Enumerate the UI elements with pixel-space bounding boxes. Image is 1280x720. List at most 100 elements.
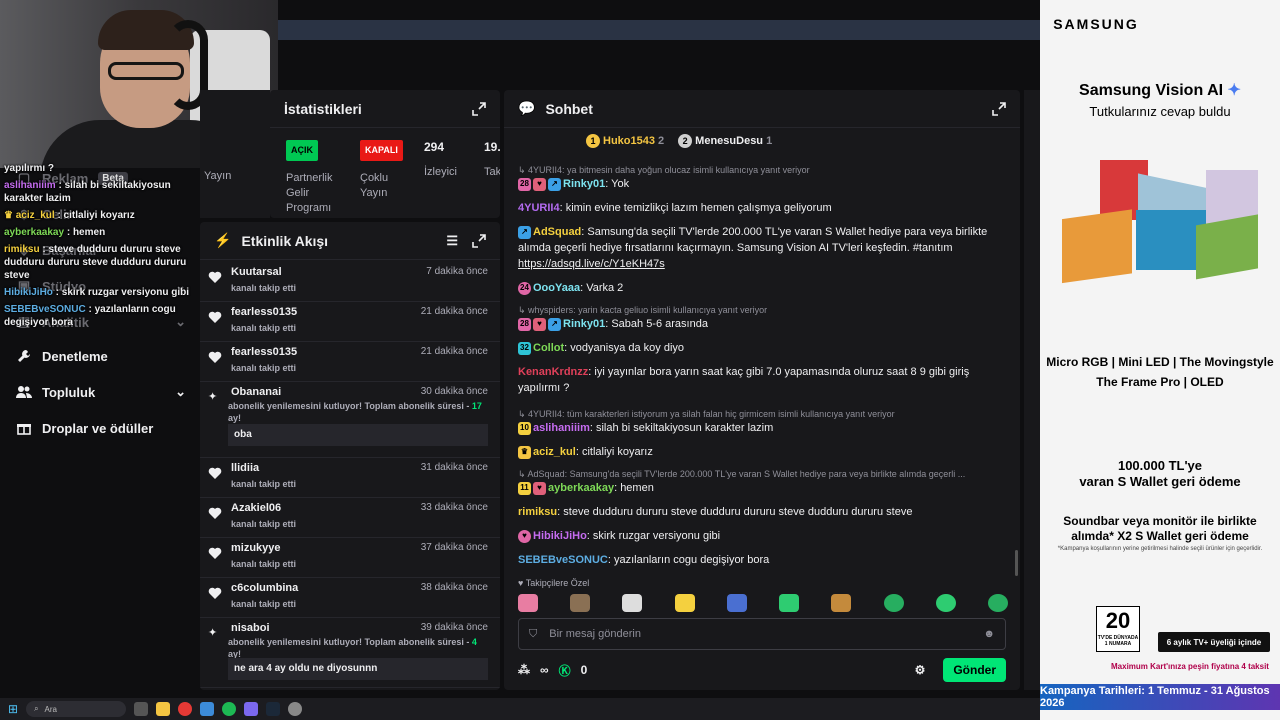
partnerlik-stat: AÇIK Partnerlik Gelir Programı bbox=[286, 140, 346, 216]
emote-icon[interactable] bbox=[674, 594, 695, 612]
emote-icon[interactable] bbox=[883, 594, 904, 612]
emote-icon[interactable] bbox=[570, 594, 591, 612]
right-panel-strip bbox=[1024, 90, 1040, 690]
rank-badge: 1 bbox=[586, 134, 600, 148]
activity-username[interactable]: c6columbina bbox=[231, 582, 298, 594]
overlay-chat-line: ♛ aciz_kul : citlaliyi koyarız bbox=[4, 210, 135, 221]
status-on-badge: AÇIK bbox=[286, 140, 318, 161]
activity-description: kanalı takip etti bbox=[231, 519, 297, 529]
overlay-chat-line: yapılırmı ? bbox=[4, 163, 55, 174]
discord-icon[interactable] bbox=[244, 702, 259, 716]
activity-item[interactable]: Azakiel06 33 dakika önce kanalı takip etti bbox=[200, 498, 500, 538]
chat-message: 32 Collot: vodyanisya da koy diyo bbox=[518, 340, 1008, 356]
emote-icon[interactable] bbox=[518, 594, 538, 612]
resub-message: abonelik yenilemesini kutluyor! Toplam a… bbox=[228, 637, 477, 659]
activity-username[interactable]: mizukyye bbox=[231, 542, 281, 554]
chat-message: 10 aslihaniiim: silah bi sekiltakiyosun k… bbox=[518, 420, 1008, 436]
pet-badge-icon: ♥ bbox=[518, 529, 531, 543]
activity-username[interactable]: nisaboi bbox=[231, 622, 270, 634]
emote-icon[interactable] bbox=[831, 594, 852, 612]
search-icon: ⌕ bbox=[34, 704, 39, 713]
expand-icon[interactable] bbox=[472, 101, 486, 116]
activity-item[interactable]: c6columbina 38 dakika önce kanalı takip et… bbox=[200, 578, 500, 618]
app-icon[interactable] bbox=[200, 702, 215, 716]
filter-icon[interactable]: ☰ bbox=[446, 233, 458, 249]
pet-badge-icon: ♥ bbox=[533, 317, 546, 331]
activity-username[interactable]: llidiia bbox=[231, 462, 259, 474]
activity-username[interactable]: Kuutarsal bbox=[231, 266, 282, 278]
ad-link[interactable]: https://adsqd.live/c/Y1eKH47s bbox=[518, 258, 665, 270]
activity-item[interactable]: ✦ nisaboi 39 dakika önce abonelik yenilemes… bbox=[200, 618, 500, 688]
steam-icon[interactable] bbox=[266, 702, 281, 716]
maximum-offer: Maximum Kart'ınıza peşin fiyatına 4 taks… bbox=[1111, 662, 1269, 671]
gifter-1[interactable]: 1 Huko1543 2 bbox=[586, 134, 664, 148]
sub-badge: 10 bbox=[518, 421, 531, 435]
file-explorer-icon[interactable] bbox=[156, 702, 171, 716]
stats-left-strip: Yayın bbox=[200, 90, 270, 218]
stats-left-label: Yayın bbox=[204, 170, 232, 182]
sub-badge: 28 bbox=[518, 177, 531, 191]
send-button[interactable]: Gönder bbox=[943, 658, 1006, 682]
ad-offer-1: 100.000 TL'ye varan S Wallet geri ödeme bbox=[1079, 458, 1241, 489]
overlay-chat-line: rimiksu : steve dudduru dururu steve dud… bbox=[4, 244, 187, 281]
task-view-icon[interactable] bbox=[134, 702, 149, 716]
community-icon bbox=[16, 384, 32, 400]
emote-icon[interactable] bbox=[935, 594, 956, 612]
opera-icon[interactable] bbox=[178, 702, 193, 716]
activity-item[interactable]: ✦ Obananai 30 dakika önce abonelik yenileme… bbox=[200, 382, 500, 458]
windows-start-icon[interactable]: ⊞ bbox=[8, 702, 18, 716]
chat-bottom-bar: ⁂ ∞ Ⓚ 0 ⚙ Gönder bbox=[518, 658, 1006, 682]
activity-item[interactable]: llidiia 31 dakika önce kanalı takip etti bbox=[200, 458, 500, 498]
expand-icon[interactable] bbox=[472, 233, 486, 248]
activity-item[interactable]: fearless0135 21 dakika önce kanalı takip e… bbox=[200, 302, 500, 342]
settings-gear-icon[interactable]: ⚙ bbox=[915, 663, 926, 677]
heart-icon bbox=[208, 351, 222, 363]
heart-icon bbox=[208, 271, 222, 283]
activity-username[interactable]: fearless0135 bbox=[231, 306, 297, 318]
emote-icon[interactable] bbox=[987, 594, 1008, 612]
heart-icon bbox=[208, 547, 222, 559]
sparkle-icon: ✦ bbox=[1227, 82, 1241, 99]
emote-icon[interactable] bbox=[622, 594, 643, 612]
activity-username[interactable]: fearless0135 bbox=[231, 346, 297, 358]
activity-description: kanalı takip etti bbox=[231, 479, 297, 489]
activity-time: 7 dakika önce bbox=[426, 266, 488, 277]
heart-icon bbox=[208, 467, 222, 479]
nav-droplar[interactable]: Droplar ve ödüller bbox=[16, 420, 186, 436]
activity-username[interactable]: Azakiel06 bbox=[231, 502, 281, 514]
coklu-stat: KAPALI Çoklu Yayın bbox=[360, 140, 403, 201]
overlay-chat-line: SEBEBveSONUC : yazılanların cogu degişiy… bbox=[4, 304, 176, 328]
crown-badge-icon: ♛ bbox=[518, 445, 531, 459]
activity-time: 38 dakika önce bbox=[420, 582, 488, 593]
ad-subtitle: Tutkularınız cevap buldu bbox=[1089, 104, 1231, 119]
stats-title: İstatistikleri bbox=[284, 100, 362, 117]
activity-item[interactable]: Kuutarsal 7 dakika önce kanalı takip etti bbox=[200, 262, 500, 302]
heart-icon: ♥ bbox=[518, 578, 524, 588]
nav-topluluk[interactable]: Topluluk ⌄ bbox=[16, 384, 186, 400]
taskbar-search[interactable]: ⌕ Ara bbox=[26, 701, 127, 717]
followers-only-label: ♥ Takipçilere Özel bbox=[518, 578, 590, 588]
expand-icon[interactable] bbox=[992, 101, 1006, 116]
nav-denetleme[interactable]: Denetleme bbox=[16, 348, 186, 364]
activity-time: 31 dakika önce bbox=[420, 462, 488, 473]
app-icon[interactable] bbox=[288, 702, 303, 716]
chat-message: 4YURII4: kimin evine temizlikçi lazım he… bbox=[518, 202, 832, 214]
activity-item[interactable]: fearless0135 21 dakika önce kanalı takip e… bbox=[200, 342, 500, 382]
chat-scrollbar[interactable] bbox=[1015, 550, 1018, 576]
emote-icon[interactable] bbox=[726, 594, 747, 612]
overlay-chat-line: aslihaniiim : silah bi sekiltakiyosun ka… bbox=[4, 180, 171, 204]
chat-input[interactable]: ⛉ Bir mesaj gönderin ☻ bbox=[518, 618, 1006, 650]
emoji-icon[interactable]: ☻ bbox=[983, 628, 995, 640]
viewers-stat: 294 İzleyici bbox=[424, 140, 458, 178]
gifter-2[interactable]: 2 MenesuDesu 1 bbox=[678, 134, 772, 148]
no1-badge: 20 TV'DE DÜNYADA 1 NUMARA bbox=[1096, 606, 1140, 652]
spotify-icon[interactable] bbox=[222, 702, 237, 716]
windows-taskbar: ⊞ ⌕ Ara bbox=[0, 698, 1040, 720]
samsung-ad[interactable]: SAMSUNG Samsung Vision AI ✦ Tutkularınız… bbox=[1040, 0, 1280, 720]
chat-message: 11 ♥ ayberkaakay: hemen bbox=[518, 480, 1008, 496]
overlay-chat-line: HibikiJiHo : skirk ruzgar versiyonu gibi bbox=[4, 287, 190, 298]
rank-badge: 2 bbox=[678, 134, 693, 148]
activity-item[interactable]: mizukyye 37 dakika önce kanalı takip etti bbox=[200, 538, 500, 578]
activity-username[interactable]: Obananai bbox=[231, 386, 281, 398]
emote-icon[interactable] bbox=[779, 594, 800, 612]
